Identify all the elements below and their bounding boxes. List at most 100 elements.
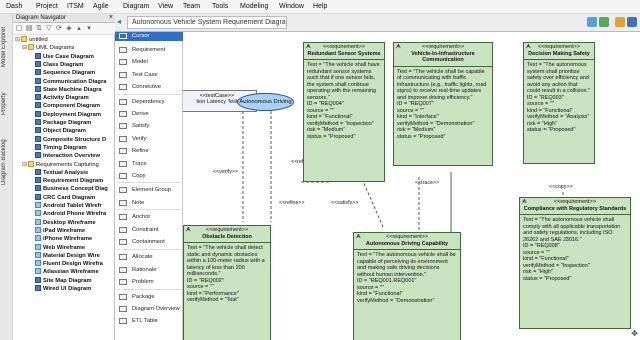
tree-item[interactable]: Atlassian Wireframe: [29, 268, 99, 276]
close-icon[interactable]: ×: [109, 14, 113, 21]
palette-item-allocate[interactable]: Allocate: [115, 251, 183, 263]
palette-item-package[interactable]: Package: [115, 291, 183, 303]
palette-item-problem[interactable]: Problem: [115, 276, 183, 288]
requirement-autonomous-driving-capability[interactable]: ᗅ <<requirement>> Autonomous Driving Capab…: [353, 232, 461, 340]
requirement-compliance-with-regulatory-standards[interactable]: ᗅ <<requirement>> Compliance with Regulato…: [519, 197, 631, 329]
move-up-icon[interactable]: ▴: [75, 25, 83, 33]
tab-model-explorer[interactable]: Model Explorer: [1, 18, 12, 76]
palette-item-containment[interactable]: Containment: [115, 236, 183, 248]
tree-item[interactable]: Package Diagram: [29, 119, 91, 127]
tree-item[interactable]: Deployment Diagram: [29, 110, 101, 119]
menu-diagram[interactable]: Diagram: [123, 3, 149, 10]
tree-item[interactable]: Activity Diagram: [29, 94, 89, 102]
tree-item[interactable]: iPhone Wireframe: [29, 235, 92, 243]
requirement-redundant-sensor-systems[interactable]: ᗅ <<requirement>> Redundant Sensor Systems…: [303, 42, 385, 182]
sort-icon[interactable]: ⇅: [35, 25, 43, 33]
requirement-vehicle-to-infrastructure-communication[interactable]: ᗅ <<requirement>> Vehicle-to-Infrastructur…: [393, 42, 493, 166]
zoom-icon[interactable]: [615, 17, 625, 27]
palette-separator: [117, 93, 181, 95]
layout-icon[interactable]: [627, 17, 637, 27]
palette-item-copy[interactable]: Copy: [115, 170, 183, 182]
tree-item[interactable]: iPad Wireframe: [29, 226, 85, 235]
palette-item-anchor[interactable]: Anchor: [115, 211, 183, 223]
menu-window[interactable]: Window: [279, 3, 304, 10]
palette-item-model[interactable]: Model: [115, 56, 183, 68]
tab-property[interactable]: Property: [1, 86, 12, 122]
palette-item-test-case[interactable]: Test Case: [115, 69, 183, 81]
more-icon[interactable]: ▾: [85, 25, 93, 33]
tab-diagram-backlog[interactable]: Diagram Backlog: [1, 132, 12, 192]
tree-item[interactable]: Composite Structure D: [29, 135, 106, 144]
tree-item[interactable]: ⊟ Requirements Capturing: [22, 160, 99, 169]
use-case-autonomous-driving[interactable]: Autonomous Driving: [237, 93, 294, 111]
palette-item-label: ETL Table: [132, 318, 158, 325]
palette-item-refine[interactable]: Refine: [115, 145, 183, 157]
menu-dash[interactable]: Dash: [6, 3, 22, 10]
tree-item[interactable]: CRC Card Diagram: [29, 193, 95, 202]
back-icon[interactable]: ◂: [117, 17, 121, 26]
open-icon[interactable]: ▤: [25, 25, 33, 33]
palette-item-cursor[interactable]: Cursor: [115, 32, 183, 41]
tree-item[interactable]: State Machine Diagra: [29, 85, 102, 94]
tree-item[interactable]: Communication Diagra: [29, 77, 106, 86]
tree-item[interactable]: Android Phone Wirefra: [29, 210, 106, 218]
diagram-canvas[interactable]: <<testCase>> tion Latency Test Autonomou…: [183, 32, 640, 340]
tree-item[interactable]: Sequence Diagram: [29, 69, 95, 77]
label-trace: <<trace>>: [415, 180, 440, 186]
share-icon[interactable]: [587, 17, 597, 27]
palette-item-etl-table[interactable]: ETL Table: [115, 315, 183, 327]
tree-item[interactable]: ⊟ UML Diagrams: [22, 44, 74, 52]
menu-modeling[interactable]: Modeling: [240, 3, 268, 10]
palette-item-verify[interactable]: Verify: [115, 133, 183, 145]
settings-icon[interactable]: ◈: [65, 25, 73, 33]
palette-item-constraint[interactable]: Constraint: [115, 224, 183, 236]
tree-item[interactable]: Timing Diagram: [29, 143, 87, 152]
palette-item-diagram-overview[interactable]: Diagram Overview: [115, 303, 183, 315]
palette-item-trace[interactable]: Trace: [115, 158, 183, 170]
menu-help[interactable]: Help: [313, 3, 327, 10]
tree-item[interactable]: Object Diagram: [29, 127, 86, 135]
tree-item[interactable]: Material Design Wire: [29, 251, 100, 260]
palette-item-dependency[interactable]: Dependency: [115, 96, 183, 108]
new-diagram-icon[interactable]: ▢: [15, 25, 23, 33]
tree-item[interactable]: Android Tablet Wirefr: [29, 202, 102, 210]
tree-item[interactable]: Wired UI Diagram: [29, 285, 91, 293]
constraint-icon: [119, 226, 127, 233]
tree-item[interactable]: Desktop Wireframe: [29, 218, 96, 227]
palette-item-satisfy[interactable]: Satisfy: [115, 120, 183, 132]
requirement-obstacle-detection[interactable]: ᗅ <<requirement>> Obstacle Detection Text =…: [183, 225, 271, 340]
export-icon[interactable]: [599, 17, 609, 27]
tree-item-label: Interaction Overview: [43, 153, 101, 160]
menu-view[interactable]: View: [158, 3, 173, 10]
tree-item[interactable]: Site Map Diagram: [29, 276, 92, 285]
tree-item[interactable]: Use Case Diagram: [29, 52, 94, 61]
palette-item-rationale[interactable]: Rationale: [115, 264, 183, 276]
palette-item-element-group[interactable]: Element Group: [115, 184, 183, 196]
tree-item[interactable]: Business Concept Diag: [29, 185, 108, 193]
palette-item-requirement[interactable]: Requirement: [115, 44, 183, 56]
diagram-tab[interactable]: Autonomous Vehicle System Requirement Di…: [127, 16, 287, 29]
diagram-tab-bar: Autonomous Vehicle System Requirement Di…: [115, 14, 640, 32]
tree-item[interactable]: Class Diagram: [29, 60, 83, 69]
tree-item[interactable]: Textual Analysis: [29, 168, 88, 177]
tree-item[interactable]: Requirement Diagram: [29, 177, 103, 185]
menu-tools[interactable]: Tools: [212, 3, 228, 10]
tree-item[interactable]: Component Diagram: [29, 102, 100, 110]
side-tab-strip: Model Explorer Property Diagram Backlog: [0, 14, 13, 340]
refresh-icon[interactable]: ⟳: [55, 25, 63, 33]
palette-item-note[interactable]: Note: [115, 197, 183, 209]
requirement-decision-making-safety[interactable]: ᗅ <<requirement>> Decision Making Safety Te…: [523, 42, 595, 164]
filter-icon[interactable]: ▽: [45, 25, 53, 33]
tree-item[interactable]: Web Wireframe: [29, 243, 85, 252]
palette-item-connective[interactable]: Connective: [115, 81, 183, 93]
tree-item[interactable]: Fluent Design Wirefra: [29, 260, 103, 268]
menu-project[interactable]: Project: [36, 3, 58, 10]
menu-team[interactable]: Team: [183, 3, 200, 10]
move-icon[interactable]: ✥: [631, 329, 638, 338]
tree-item[interactable]: Interaction Overview: [29, 152, 100, 160]
menu-itsm[interactable]: ITSM: [67, 3, 84, 10]
tree-item[interactable]: ⊟ untitled: [15, 36, 48, 44]
menu-agile[interactable]: Agile: [93, 3, 109, 10]
palette-item-derive[interactable]: Derive: [115, 108, 183, 120]
palette-separator: [117, 209, 181, 211]
